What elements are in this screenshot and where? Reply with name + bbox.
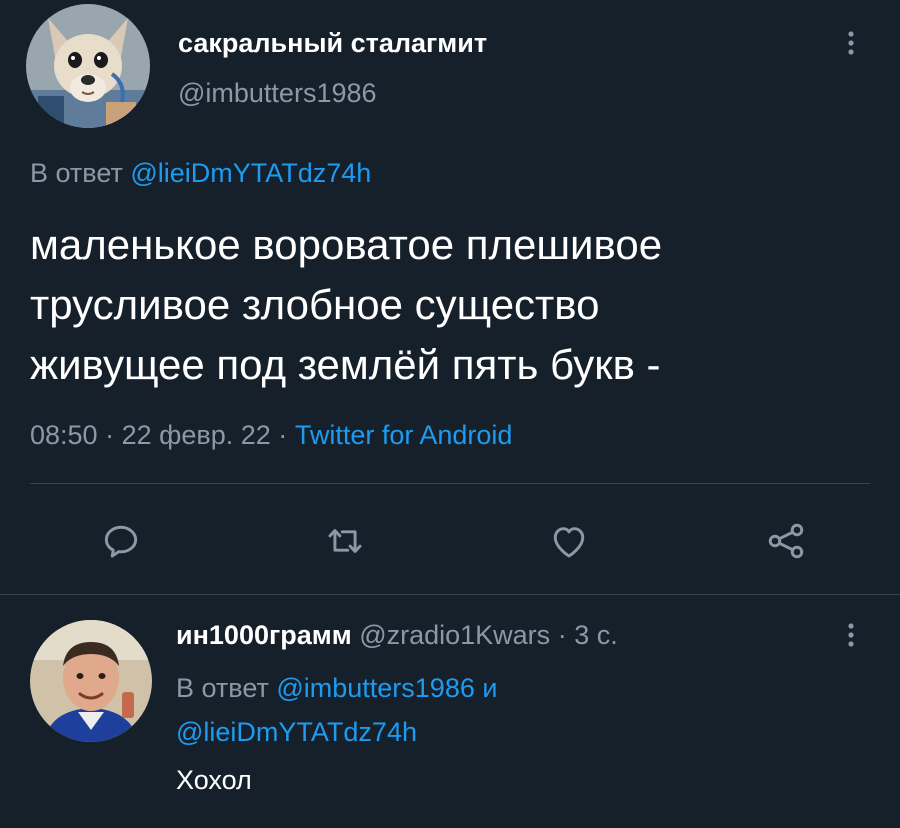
reply-mention-link[interactable]: @imbutters1986: [276, 673, 475, 703]
author-name[interactable]: сакральный сталагмит: [178, 26, 487, 60]
like-button[interactable]: [541, 513, 597, 569]
tweet-meta: 08:50 · 22 февр. 22 · Twitter for Androi…: [30, 417, 512, 453]
tweet-time: 08:50: [30, 420, 98, 450]
reply-context: В ответ @imbutters1986 и @lieiDmYTATdz74…: [176, 666, 836, 754]
share-icon: [768, 523, 804, 559]
tweet-text-line: маленькое вороватое плешивое: [30, 221, 663, 268]
tweet-text-line: живущее под землёй пять букв -: [30, 341, 661, 388]
tweet-text: маленькое вороватое плешивое трусливое з…: [30, 215, 870, 395]
dog-avatar-icon: [26, 4, 150, 128]
meta-separator: ·: [278, 420, 288, 450]
tweet-divider: [0, 594, 900, 595]
reply-icon: [104, 525, 138, 558]
author-avatar[interactable]: [26, 4, 150, 128]
reply-mention-link[interactable]: @lieiDmYTATdz74h: [130, 158, 371, 188]
retweet-button[interactable]: [317, 513, 373, 569]
reply-text: Хохол: [176, 765, 252, 795]
reply-author-avatar[interactable]: [30, 620, 152, 742]
reply-conjunction: и: [482, 673, 498, 703]
reply-context: В ответ @lieiDmYTATdz74h: [30, 155, 371, 191]
tweet-date: 22 февр. 22: [121, 420, 271, 450]
like-icon: [553, 527, 585, 558]
retweet-icon: [328, 529, 362, 553]
reply-prefix: В ответ: [176, 673, 269, 703]
meta-separator: ·: [557, 620, 567, 650]
reply-header: ин1000грамм @zradio1Kwars · 3 с.: [176, 618, 618, 652]
reply-time[interactable]: 3 с.: [574, 620, 618, 650]
tweet-text-line: трусливое злобное существо: [30, 281, 600, 328]
share-button[interactable]: [758, 513, 814, 569]
author-handle[interactable]: @imbutters1986: [178, 76, 377, 110]
reply-author-handle[interactable]: @zradio1Kwars: [359, 620, 550, 650]
divider: [30, 483, 870, 484]
reply-button[interactable]: [93, 513, 149, 569]
more-options-icon[interactable]: [836, 26, 866, 60]
meta-separator: ·: [105, 420, 115, 450]
reply-author-name[interactable]: ин1000грамм: [176, 620, 352, 650]
more-options-icon[interactable]: [836, 618, 866, 652]
tweet-source-link[interactable]: Twitter for Android: [295, 420, 513, 450]
reply-mention-link[interactable]: @lieiDmYTATdz74h: [176, 717, 417, 747]
man-avatar-icon: [30, 620, 152, 742]
reply-prefix: В ответ: [30, 158, 123, 188]
